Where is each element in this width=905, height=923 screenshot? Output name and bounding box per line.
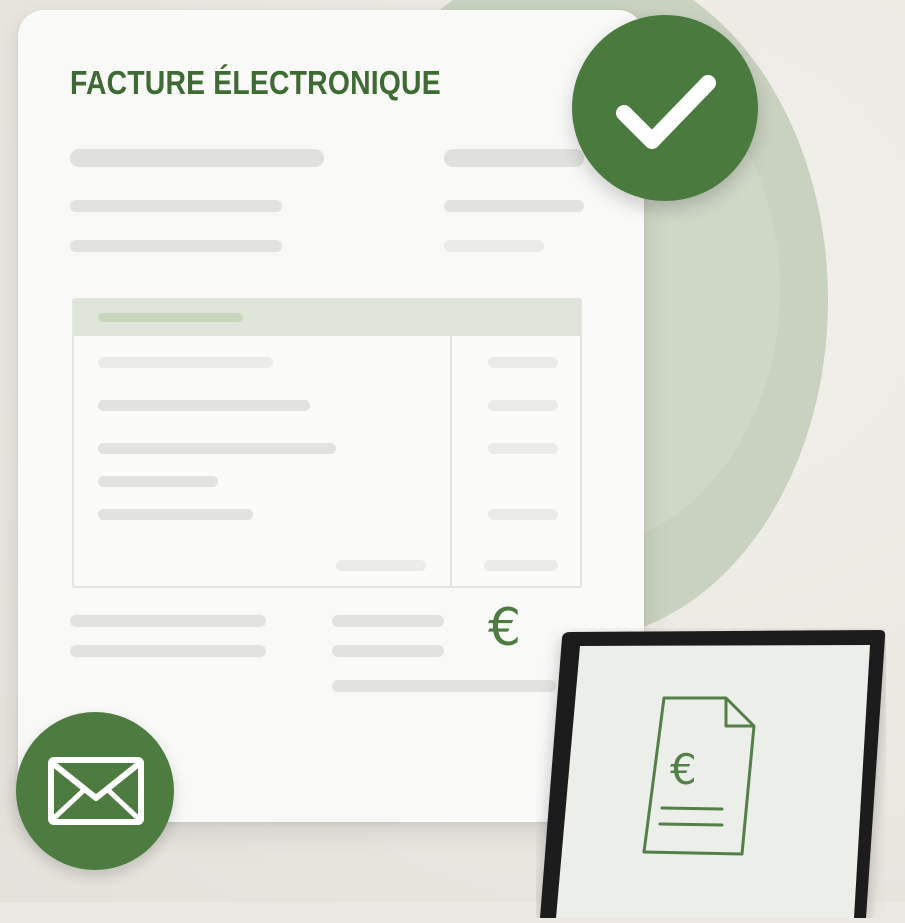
placeholder-line [332,680,556,692]
placeholder-line [444,200,584,212]
table-header-placeholder [98,313,243,322]
placeholder-line [444,240,544,252]
table-row [98,509,253,520]
table-subtotal [336,560,426,571]
table-row [98,357,273,368]
table-row-amount [488,443,558,454]
placeholder-line [70,149,324,167]
invoice-title: FACTURE ÉLECTRONIQUE [70,64,441,101]
laptop-euro-symbol: € [670,745,697,794]
table-row-amount [488,509,558,520]
checkmark-icon [616,75,716,149]
table-column-divider [450,336,452,586]
placeholder-line [332,615,444,627]
euro-symbol: € [488,598,522,658]
mail-badge [16,712,174,870]
table-header [74,300,580,336]
placeholder-line [70,615,266,627]
checkmark-badge [572,15,758,201]
placeholder-line [70,240,282,252]
table-row [98,476,218,487]
laptop-illustration: € [540,630,886,918]
laptop: € [536,628,886,918]
table-row-amount [488,400,558,411]
placeholder-line [70,200,282,212]
placeholder-line [332,645,444,657]
table-row-amount [488,357,558,368]
placeholder-line [70,645,266,657]
table-row-amount [484,560,558,571]
invoice-items-table [72,298,582,588]
placeholder-line [444,149,584,167]
table-row [98,400,310,411]
envelope-icon [48,757,144,825]
table-row [98,443,336,454]
